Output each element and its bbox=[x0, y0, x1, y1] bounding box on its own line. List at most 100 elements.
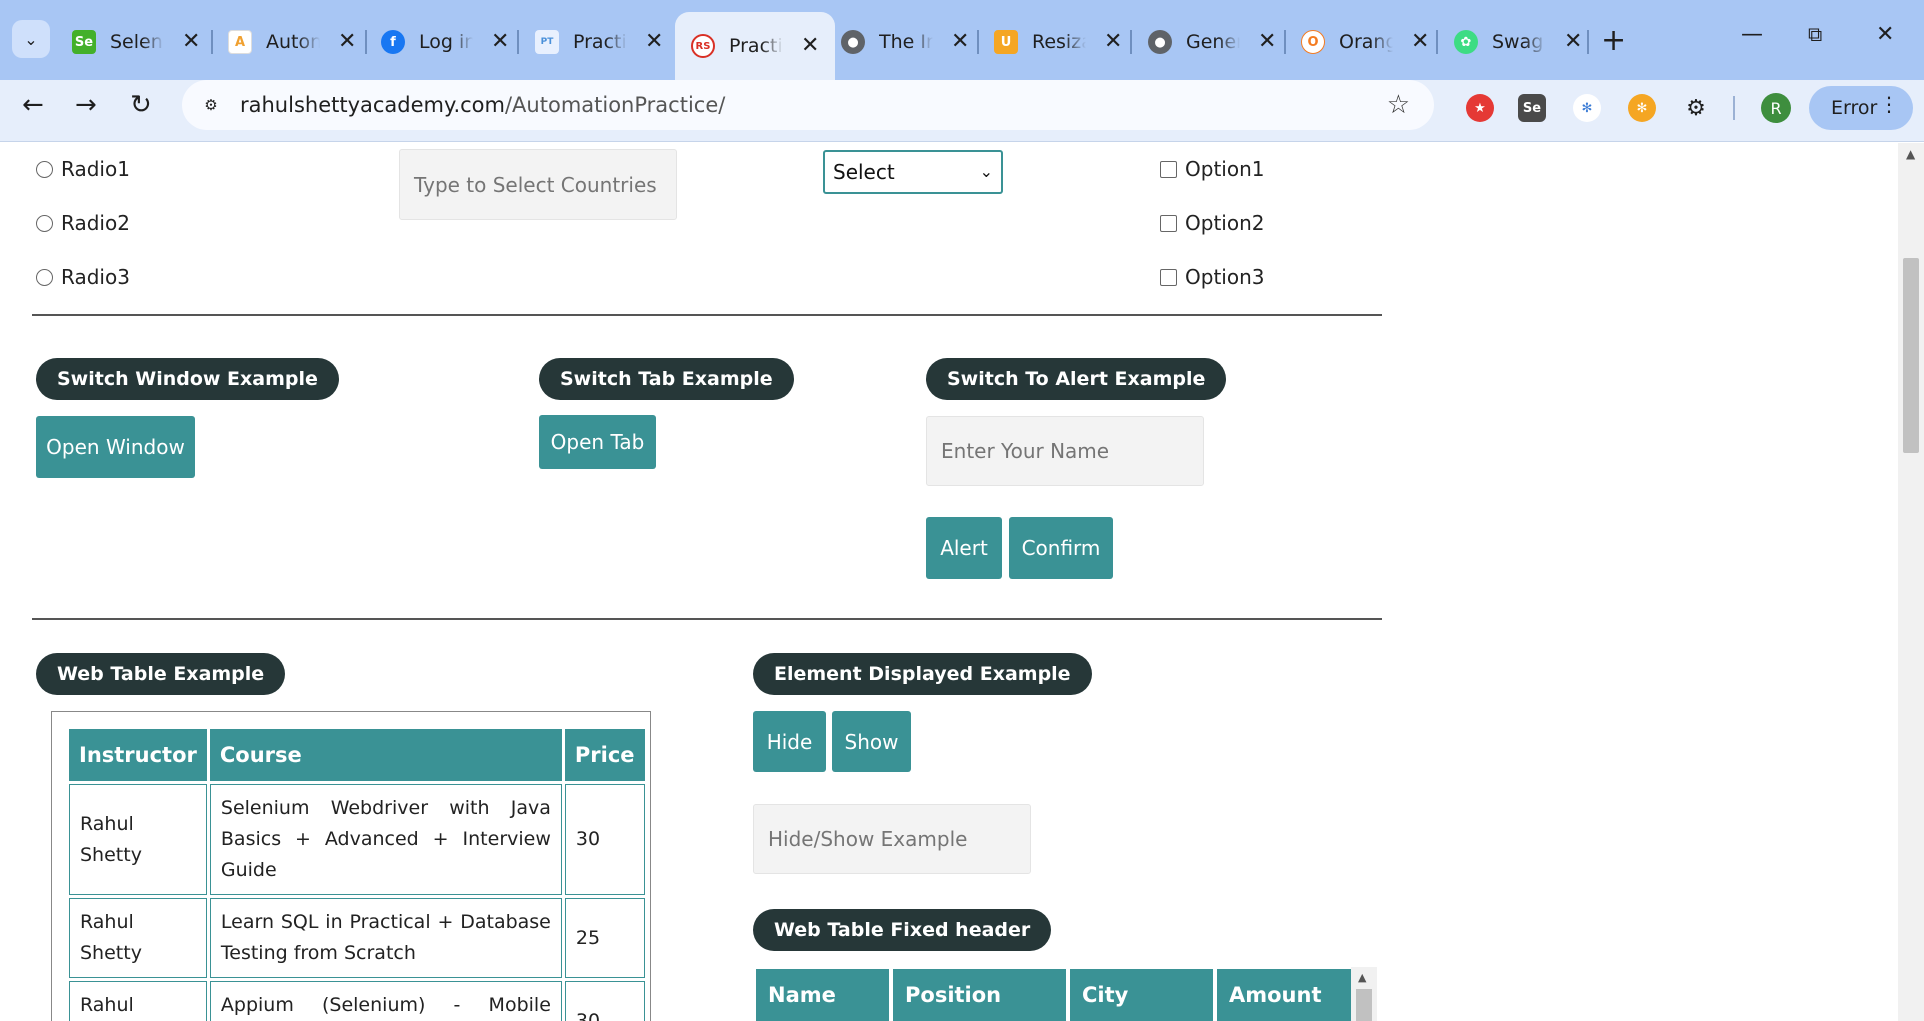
open-window-button[interactable]: Open Window bbox=[36, 416, 195, 478]
plus-icon: + bbox=[1601, 23, 1627, 58]
tab-2[interactable]: A Auton ✕ bbox=[228, 22, 356, 62]
show-button[interactable]: Show bbox=[832, 711, 911, 772]
back-button[interactable]: ← bbox=[22, 92, 44, 118]
close-window-button[interactable]: ✕ bbox=[1876, 24, 1894, 46]
site-info-icon[interactable]: ⚙ bbox=[198, 92, 224, 118]
tab-separator bbox=[977, 30, 979, 54]
radio-option-3[interactable]: Radio3 bbox=[36, 265, 130, 289]
tab-title: Orang bbox=[1339, 31, 1393, 53]
radio-button[interactable] bbox=[36, 160, 53, 178]
radio-button[interactable] bbox=[36, 268, 53, 286]
url-text: rahulshettyacademy.com/AutomationPractic… bbox=[240, 93, 725, 117]
fixed-table-scrollbar[interactable]: ▲ bbox=[1351, 967, 1377, 1021]
checkbox-label: Option3 bbox=[1185, 265, 1265, 289]
address-bar[interactable]: ⚙ rahulshettyacademy.com/AutomationPract… bbox=[182, 80, 1434, 130]
forward-button[interactable]: → bbox=[75, 92, 97, 118]
close-icon[interactable]: ✕ bbox=[951, 31, 969, 53]
header-name: Name bbox=[756, 969, 889, 1021]
close-icon[interactable]: ✕ bbox=[1564, 31, 1582, 53]
tab-separator bbox=[211, 30, 213, 54]
tab-separator bbox=[1587, 30, 1589, 54]
chevron-down-icon: ⌄ bbox=[24, 29, 38, 49]
checkbox[interactable] bbox=[1160, 160, 1177, 178]
scroll-up-icon[interactable]: ▲ bbox=[1906, 147, 1915, 161]
tab-6[interactable]: ● The In ✕ bbox=[841, 22, 969, 62]
open-tab-button[interactable]: Open Tab bbox=[539, 415, 656, 469]
restore-button[interactable]: ⧉ bbox=[1808, 24, 1822, 44]
close-icon[interactable]: ✕ bbox=[801, 35, 819, 57]
more-menu-icon[interactable]: ⋮ bbox=[1879, 94, 1899, 114]
tab-9[interactable]: O Orang ✕ bbox=[1301, 22, 1429, 62]
scroll-thumb[interactable] bbox=[1356, 989, 1372, 1021]
tab-5-active[interactable]: RS Practi ✕ bbox=[675, 12, 836, 80]
section-divider bbox=[32, 618, 1382, 620]
tab-3[interactable]: f Log in ✕ bbox=[381, 22, 509, 62]
table-row: Rahul Shetty Learn SQL in Practical + Da… bbox=[69, 898, 645, 978]
close-icon[interactable]: ✕ bbox=[1104, 31, 1122, 53]
error-button[interactable]: Error ⋮ bbox=[1809, 86, 1913, 130]
checkbox-option-2[interactable]: Option2 bbox=[1160, 211, 1264, 235]
header-course: Course bbox=[209, 729, 562, 781]
scroll-up-icon[interactable]: ▲ bbox=[1358, 971, 1366, 984]
cell-price: 25 bbox=[564, 898, 645, 978]
checkbox-option-1[interactable]: Option1 bbox=[1160, 157, 1264, 181]
table-row: Rahul Shetty Appium (Selenium) - Mobile … bbox=[69, 981, 645, 1021]
cell-instructor: Rahul Shetty bbox=[69, 898, 207, 978]
extensions-puzzle-icon[interactable]: ⚙ bbox=[1682, 94, 1710, 122]
error-label: Error bbox=[1831, 97, 1878, 119]
new-tab-button[interactable]: + bbox=[1601, 26, 1626, 56]
tab-separator bbox=[1284, 30, 1286, 54]
close-icon[interactable]: ✕ bbox=[1258, 31, 1276, 53]
extension-compass-icon[interactable]: ✻ bbox=[1573, 94, 1601, 122]
tab-10[interactable]: ✿ Swag ✕ bbox=[1454, 22, 1582, 62]
radio-option-1[interactable]: Radio1 bbox=[36, 157, 130, 181]
tab-separator bbox=[1130, 30, 1132, 54]
close-icon[interactable]: ✕ bbox=[182, 31, 200, 53]
scroll-thumb[interactable] bbox=[1903, 258, 1919, 453]
extension-selectors-icon[interactable]: ✻ bbox=[1628, 94, 1656, 122]
fixed-header-legend: Web Table Fixed header bbox=[753, 909, 1052, 951]
country-autocomplete-input[interactable]: Type to Select Countries bbox=[399, 149, 677, 220]
close-icon[interactable]: ✕ bbox=[645, 31, 663, 53]
close-icon[interactable]: ✕ bbox=[1411, 31, 1429, 53]
checkbox-option-3[interactable]: Option3 bbox=[1160, 265, 1264, 289]
extension-red-icon[interactable]: ★ bbox=[1466, 94, 1494, 122]
profile-avatar[interactable]: R bbox=[1761, 93, 1791, 123]
dropdown-select[interactable]: Select ⌄ bbox=[823, 150, 1003, 194]
radio-button[interactable] bbox=[36, 214, 53, 232]
checkbox[interactable] bbox=[1160, 214, 1177, 232]
web-table: Instructor Course Price Rahul Shetty Sel… bbox=[66, 726, 648, 1021]
close-icon[interactable]: ✕ bbox=[491, 31, 509, 53]
orangehrm-icon: O bbox=[1301, 30, 1325, 54]
tab-strip: ⌄ Se Seleni ✕ A Auton ✕ f Log in ✕ PT Pr… bbox=[0, 0, 1924, 80]
url-host: rahulshettyacademy.com bbox=[240, 93, 505, 117]
switch-tab-legend: Switch Tab Example bbox=[539, 358, 794, 400]
radio-option-2[interactable]: Radio2 bbox=[36, 211, 130, 235]
reload-button[interactable]: ↻ bbox=[130, 92, 152, 118]
element-displayed-legend: Element Displayed Example bbox=[753, 653, 1092, 695]
web-table-legend: Web Table Example bbox=[36, 653, 286, 695]
browser-toolbar: ← → ↻ ⚙ rahulshettyacademy.com/Automatio… bbox=[0, 80, 1924, 142]
tab-1[interactable]: Se Seleni ✕ bbox=[72, 22, 200, 62]
hide-show-input[interactable]: Hide/Show Example bbox=[753, 804, 1031, 874]
name-input[interactable]: Enter Your Name bbox=[926, 416, 1204, 486]
globe-icon: ● bbox=[1148, 30, 1172, 54]
page-scrollbar[interactable]: ▲ bbox=[1898, 143, 1924, 1021]
hide-button[interactable]: Hide bbox=[753, 711, 826, 772]
chevron-down-icon: ⌄ bbox=[979, 162, 993, 181]
alert-button[interactable]: Alert bbox=[926, 517, 1002, 579]
tab-4[interactable]: PT Practi ✕ bbox=[535, 22, 663, 62]
resizable-icon: U bbox=[994, 30, 1018, 54]
close-icon[interactable]: ✕ bbox=[338, 31, 356, 53]
tab-7[interactable]: U Resiza ✕ bbox=[994, 22, 1122, 62]
minimize-button[interactable]: — bbox=[1741, 24, 1763, 46]
bookmark-star-icon[interactable]: ☆ bbox=[1387, 90, 1410, 120]
confirm-button[interactable]: Confirm bbox=[1009, 517, 1113, 579]
fixed-header-table: Name Position City Amount bbox=[753, 967, 1378, 1021]
selenium-ide-icon[interactable]: Se bbox=[1518, 94, 1546, 122]
header-amount: Amount bbox=[1217, 969, 1351, 1021]
arrow-right-icon: → bbox=[75, 90, 97, 120]
checkbox[interactable] bbox=[1160, 268, 1177, 286]
tab-search-button[interactable]: ⌄ bbox=[12, 20, 50, 58]
tab-8[interactable]: ● Gener ✕ bbox=[1148, 22, 1276, 62]
